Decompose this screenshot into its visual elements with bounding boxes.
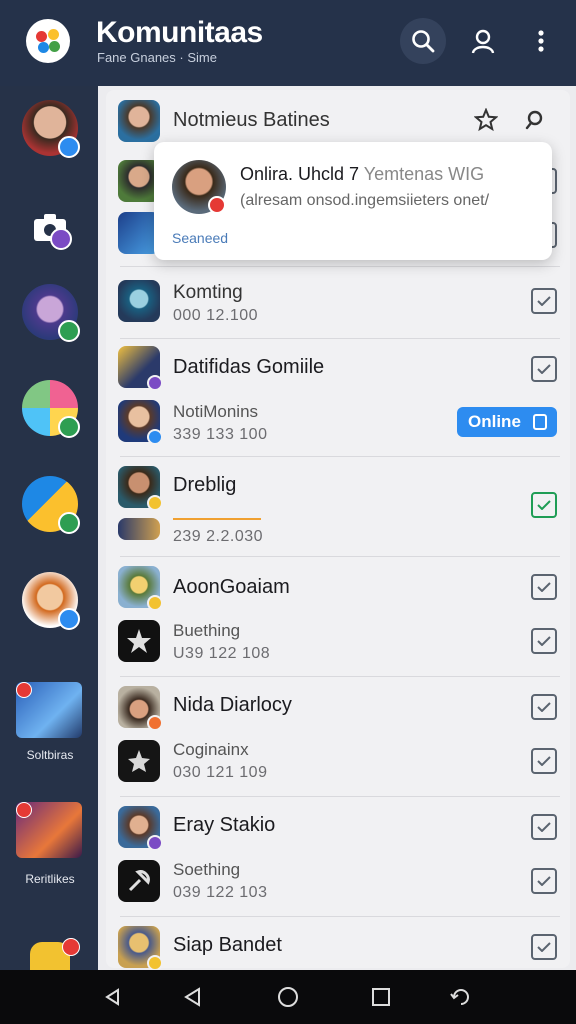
divider [120,796,560,797]
sidebar-label-2: Reritlikes [25,872,75,886]
row-checkbox[interactable] [531,628,557,654]
row-checkbox[interactable] [531,868,557,894]
list-item-avatar[interactable] [118,686,163,731]
popup-description: (alresam onsod.ingemsiieters onet/ [240,192,490,209]
sidebar-label-1: Soltbiras [26,748,74,762]
sidebar-avatar-6[interactable] [22,572,80,630]
list-item-name[interactable]: Nida Diarlocy [173,694,292,717]
row-checkbox[interactable] [531,814,557,840]
app-logo-icon[interactable] [26,19,70,63]
list-item-number: 030 121 109 [173,764,268,781]
search-icon [412,30,435,53]
toggle-icon [533,414,547,430]
popup-title-extra: Yemtenas WIG [363,164,485,184]
list-item-name[interactable]: Soething [173,860,240,880]
progress-line [173,518,261,520]
star-icon[interactable] [473,107,499,137]
more-vertical-icon [538,30,544,52]
list-item-number: 039 122 103 [173,884,268,901]
online-label: Online [468,412,521,431]
list-item-name[interactable]: Buething [173,621,240,641]
app-title: Komunitaas [96,16,263,49]
list-header-avatar[interactable] [118,100,160,142]
row-checkbox[interactable] [531,694,557,720]
profile-button[interactable] [460,18,506,64]
check-badge-icon [58,416,80,438]
list-item-name[interactable]: NotiMonins [173,402,258,422]
user-icon [471,29,495,54]
popup-badge-icon [208,196,226,214]
check-badge-icon [58,512,80,534]
search-button[interactable] [400,18,446,64]
divider [120,338,560,339]
divider [120,916,560,917]
notification-badge-icon [16,802,32,818]
notification-badge-icon [16,682,32,698]
search-icon[interactable] [522,108,546,137]
row-checkbox[interactable] [531,934,557,960]
list-item-name[interactable]: Coginainx [173,740,249,760]
list-item-avatar[interactable] [118,400,163,445]
list-item-avatar[interactable] [118,740,160,782]
row-checkbox[interactable] [531,748,557,774]
list-item-number: 339 133 100 [173,426,268,443]
popup-title-main: Onlira. Uhcld 7 [240,164,360,184]
chat-badge-icon [58,608,80,630]
row-checkbox[interactable] [531,356,557,382]
online-status-button[interactable]: Online [457,407,557,437]
list-item-name[interactable]: Datifidas Gomiile [173,356,324,379]
verified-badge-icon [58,136,80,158]
list-header-title: Notmieus Batines [173,109,330,131]
badge-icon [50,228,72,250]
list-item-name[interactable]: AoonGoaiam [173,576,290,599]
sidebar-camera-item[interactable] [22,200,78,256]
list-item-avatar[interactable] [118,346,163,391]
list-item-name[interactable]: Siap Bandet [173,934,282,957]
list-item-avatar[interactable] [118,466,163,511]
rotate-icon[interactable] [448,984,474,1010]
back-icon[interactable] [180,984,206,1010]
popup-title: Onlira. Uhcld 7 Yemtenas WIG [240,164,484,185]
list-item-avatar[interactable] [118,566,163,611]
list-item-avatar[interactable] [118,926,163,971]
recents-icon[interactable] [368,984,394,1010]
list-item-avatar[interactable] [118,860,160,902]
list-item-name[interactable]: Eray Stakio [173,814,275,837]
list-item-name[interactable]: Komting [173,282,243,304]
list-item-number: U39 122 108 [173,645,271,662]
sidebar-avatar-1[interactable] [22,100,80,158]
sidebar-avatar-3[interactable] [22,284,80,342]
profile-popup[interactable]: Onlira. Uhcld 7 Yemtenas WIG (alresam on… [154,142,552,260]
sidebar-avatar-5[interactable] [22,476,80,534]
list-item-thumbnail[interactable] [118,518,160,540]
list-item-avatar[interactable] [118,620,160,662]
sidebar-avatar-4[interactable] [22,380,80,438]
app-subtitle: Fane Gnanes · Sime [97,50,217,65]
popup-search-link[interactable]: Seaneed [172,230,228,246]
more-options-button[interactable] [518,18,564,64]
divider [120,556,560,557]
list-item-avatar[interactable] [118,806,163,851]
divider [120,266,560,267]
sidebar: Soltbiras Reritlikes [0,86,98,970]
divider [120,456,560,457]
row-checkbox-checked[interactable] [531,492,557,518]
list-item-name[interactable]: Dreblig [173,474,236,497]
system-navigation-bar [0,970,576,1024]
notification-badge-icon [62,938,80,956]
row-checkbox[interactable] [531,574,557,600]
list-item-number: 000 12.100 [173,307,259,324]
divider [120,676,560,677]
home-icon[interactable] [275,984,301,1010]
check-badge-icon [58,320,80,342]
back-small-icon[interactable] [100,984,126,1010]
row-checkbox[interactable] [531,288,557,314]
app-header: Komunitaas Fane Gnanes · Sime [0,0,576,86]
list-item-number: 239 2.2.030 [173,528,264,545]
list-item-avatar[interactable] [118,280,160,322]
